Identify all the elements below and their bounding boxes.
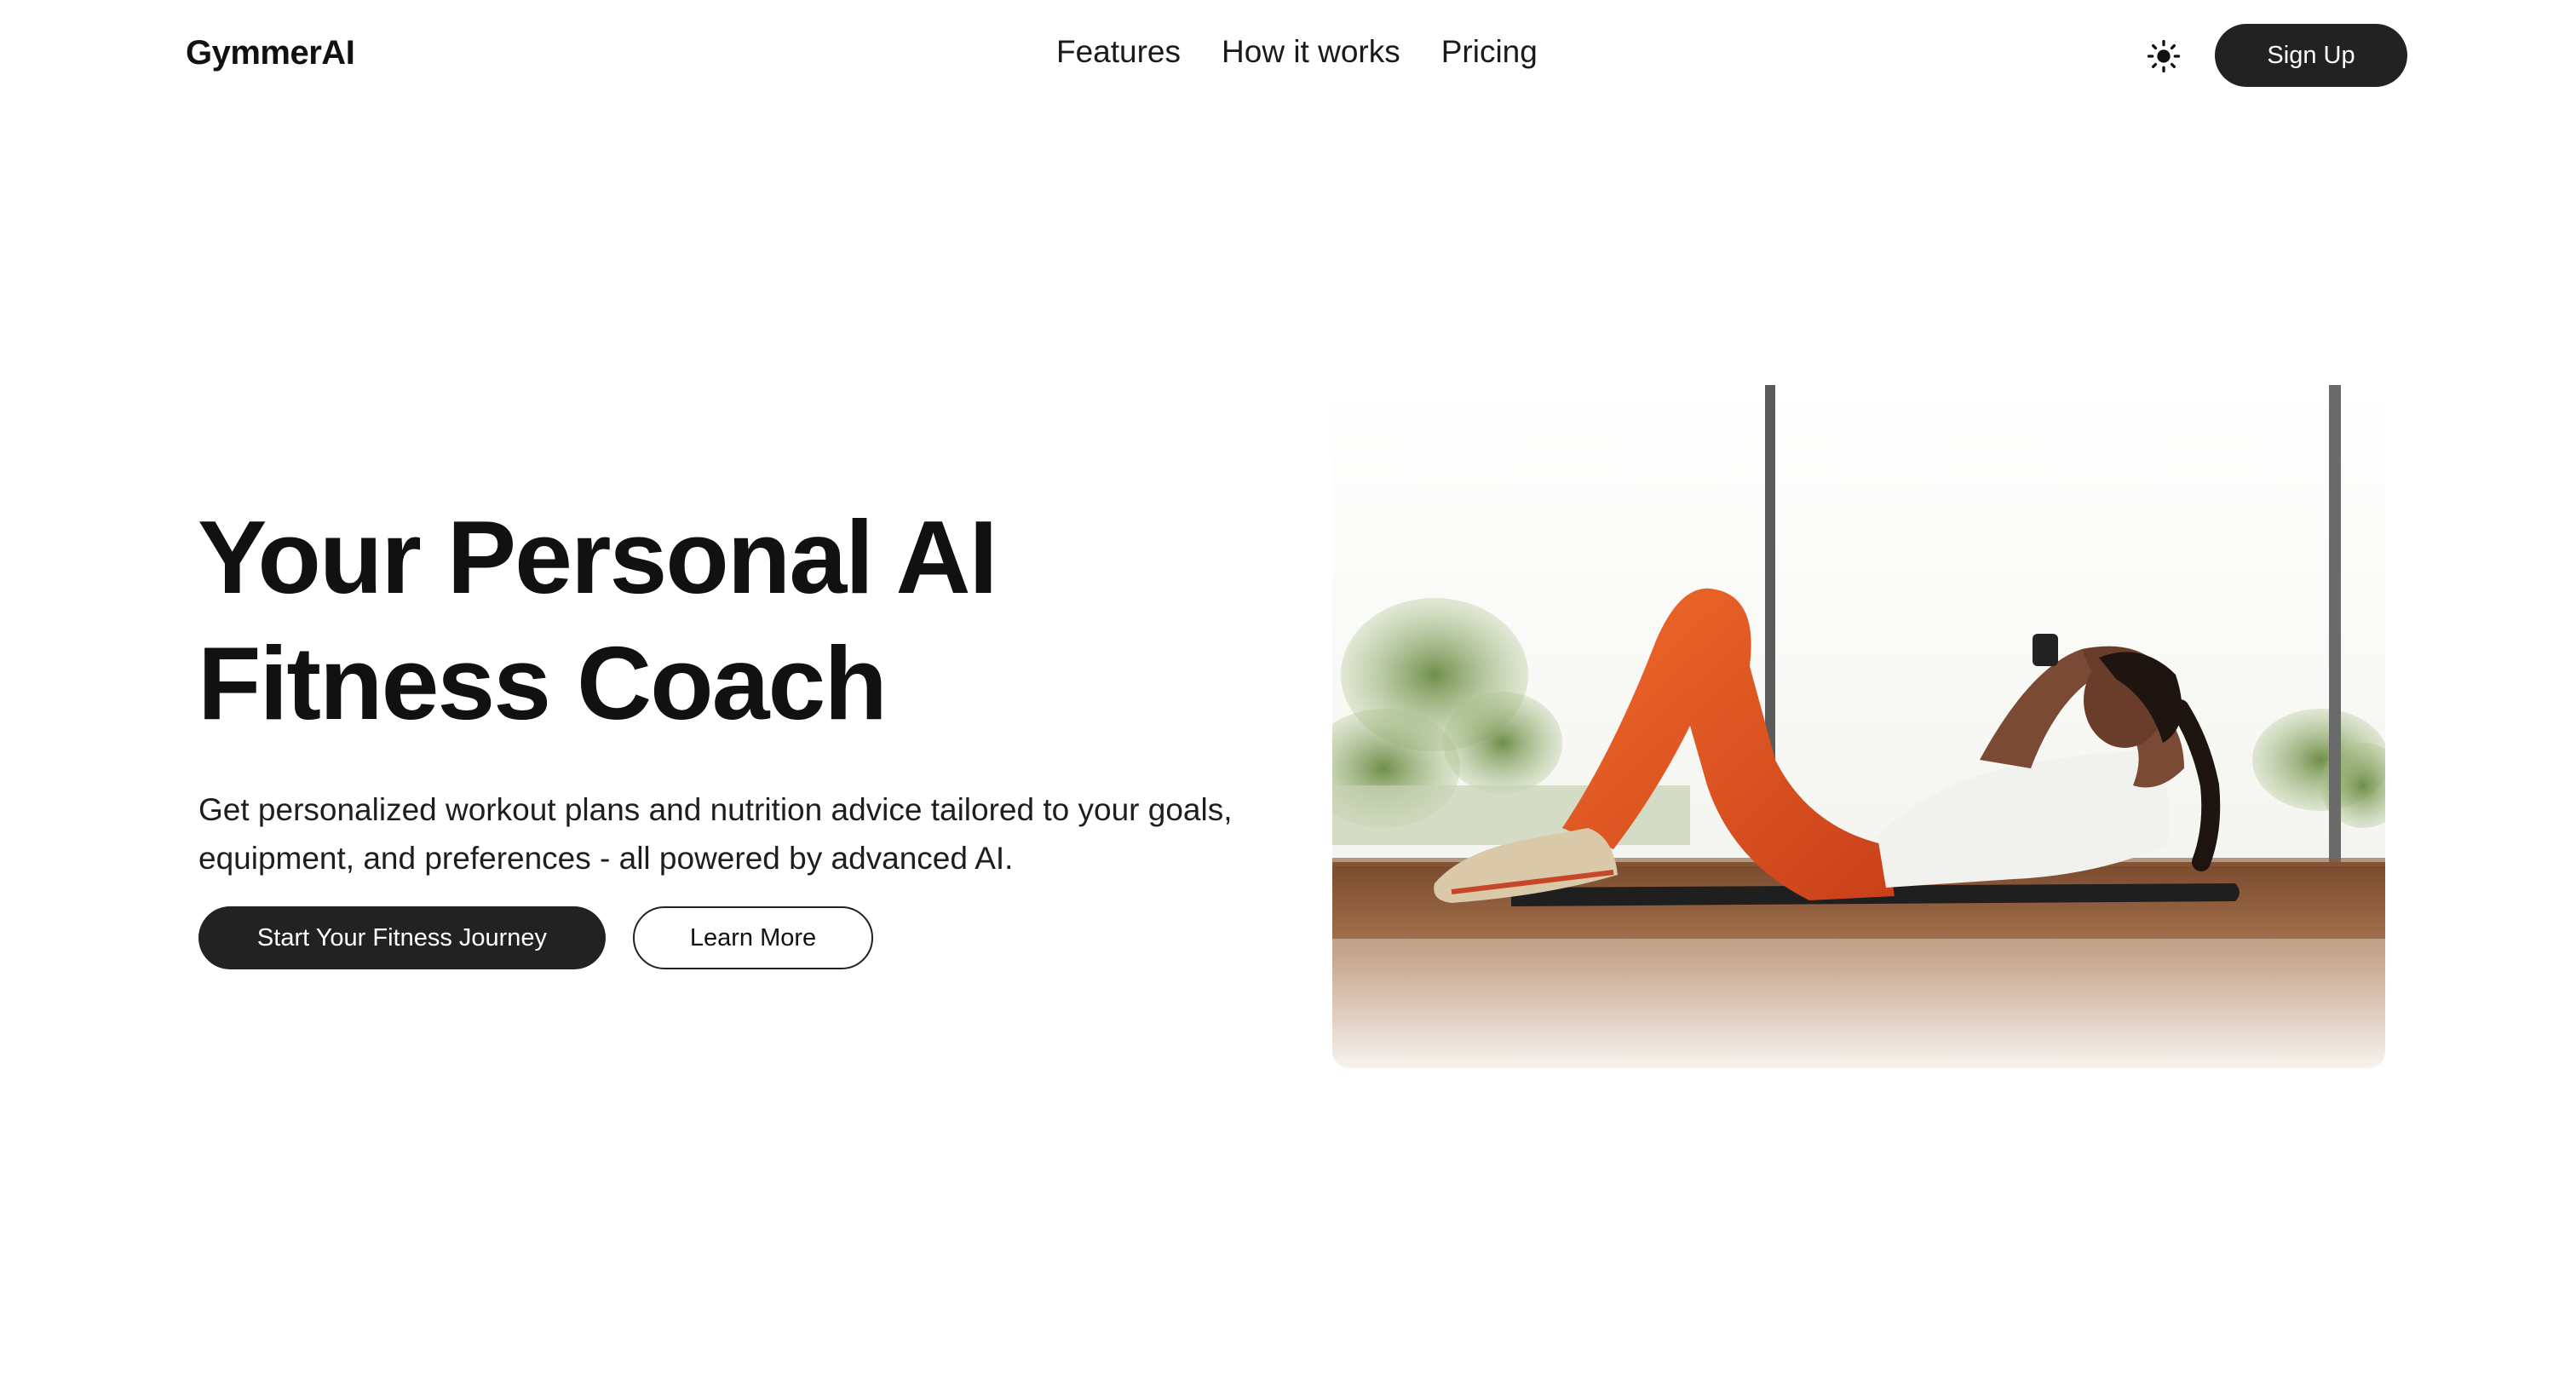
nav-link-how-it-works[interactable]: How it works (1222, 34, 1400, 70)
hero-title: Your Personal AI Fitness Coach (198, 494, 1305, 746)
sun-icon (2147, 39, 2181, 73)
nav-link-pricing[interactable]: Pricing (1441, 34, 1538, 70)
main-menu: Features How it works Pricing (1056, 34, 1538, 70)
learn-more-button[interactable]: Learn More (633, 906, 873, 969)
hero-title-line-2: Fitness Coach (198, 625, 888, 741)
hero-subtitle-line-2: equipment, and preferences - all powered… (198, 841, 1014, 876)
logo[interactable]: GymmerAI (186, 34, 355, 72)
top-navbar: GymmerAI Features How it works Pricing S… (0, 0, 2576, 112)
hero-subtitle: Get personalized workout plans and nutri… (198, 785, 1306, 882)
hero-title-line-1: Your Personal AI (198, 499, 998, 615)
hero-image (1332, 385, 2385, 1068)
nav-link-features[interactable]: Features (1056, 34, 1181, 70)
start-fitness-journey-button[interactable]: Start Your Fitness Journey (198, 906, 606, 969)
hero-subtitle-line-1: Get personalized workout plans and nutri… (198, 792, 1233, 827)
sign-up-button[interactable]: Sign Up (2215, 24, 2407, 87)
theme-toggle-button[interactable] (2143, 36, 2184, 77)
woman-crunches-illustration (1332, 385, 2385, 1068)
